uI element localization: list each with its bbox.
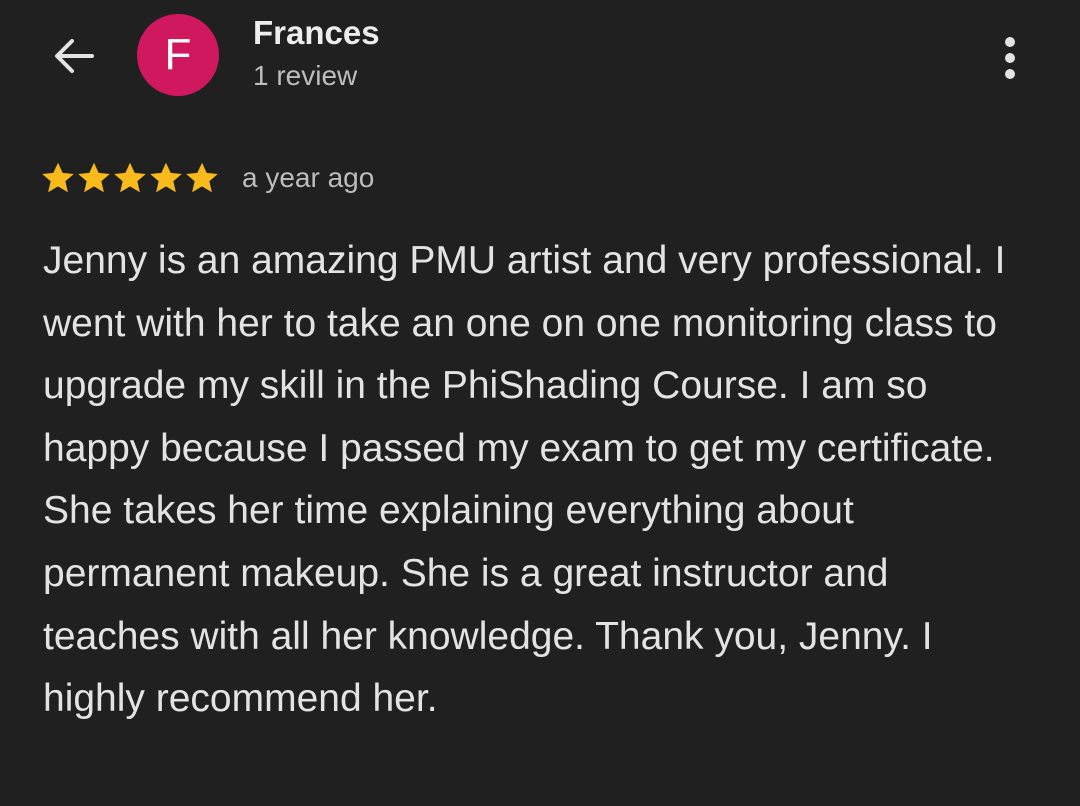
star-icon <box>114 162 146 193</box>
back-button[interactable] <box>44 26 104 86</box>
review-time: a year ago <box>242 162 375 193</box>
review-header: F Frances 1 review <box>0 0 1080 120</box>
review-count: 1 review <box>253 60 358 91</box>
star-icon <box>42 162 74 193</box>
star-icon <box>150 162 182 193</box>
more-vertical-icon <box>1005 37 1015 79</box>
more-options-button[interactable] <box>988 30 1032 86</box>
star-icon <box>78 162 110 193</box>
star-rating <box>40 160 220 196</box>
avatar[interactable]: F <box>137 14 219 96</box>
reviewer-name[interactable]: Frances <box>253 14 380 52</box>
avatar-letter: F <box>164 30 192 79</box>
review-text: Jenny is an amazing PMU artist and very … <box>43 239 1006 721</box>
rating-row: a year ago <box>40 156 374 200</box>
star-icon <box>186 162 218 193</box>
arrow-left-icon <box>55 39 94 73</box>
